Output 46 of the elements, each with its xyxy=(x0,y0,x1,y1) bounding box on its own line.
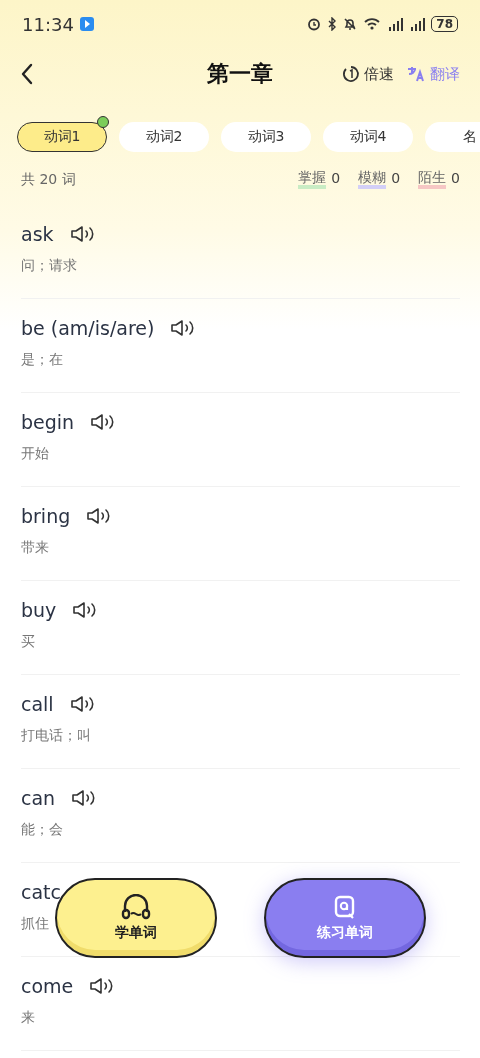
word-meaning: 问；请求 xyxy=(21,257,77,276)
signal-icon xyxy=(387,17,404,31)
wifi-icon xyxy=(363,17,382,31)
speed-button[interactable]: 倍速 xyxy=(342,64,394,84)
word-meaning: 买 xyxy=(21,633,35,652)
signal-icon xyxy=(409,17,426,31)
word-total: 共 20 词 xyxy=(21,170,76,189)
category-tab[interactable]: 动词1 xyxy=(17,122,107,152)
word-meaning: 来 xyxy=(21,1009,35,1028)
category-tab[interactable]: 动词4 xyxy=(323,122,413,152)
category-tab[interactable]: 名 xyxy=(425,122,480,152)
stat-count: 0 xyxy=(391,170,401,188)
word-meaning: 打电话；叫 xyxy=(21,727,91,746)
status-time: 11:34 xyxy=(22,13,74,35)
word-text: come xyxy=(21,975,74,998)
word-text: bring xyxy=(21,505,71,528)
word-meaning: 开始 xyxy=(21,445,49,464)
word-text: call xyxy=(21,693,54,716)
stat-label: 模糊 xyxy=(358,170,387,190)
category-tab[interactable]: 动词2 xyxy=(119,122,209,152)
speaker-icon[interactable] xyxy=(69,695,96,714)
chapter-title: 第一章 xyxy=(207,60,273,88)
back-icon[interactable] xyxy=(20,63,34,85)
category-tab[interactable]: 动词3 xyxy=(221,122,311,152)
word-meaning: 能；会 xyxy=(21,821,63,840)
stat-count: 0 xyxy=(331,170,341,188)
translate-icon xyxy=(406,65,426,83)
bluetooth-icon xyxy=(327,17,338,31)
stat-label: 掌握 xyxy=(298,170,327,190)
speed-icon xyxy=(342,65,360,83)
app-notification-icon xyxy=(79,17,94,31)
word-meaning: 是；在 xyxy=(21,351,63,370)
word-meaning: 抓住 xyxy=(21,915,49,934)
battery-indicator: 78 xyxy=(431,16,458,32)
stat-count: 0 xyxy=(451,170,460,188)
word-text: ask xyxy=(21,223,54,246)
speaker-icon[interactable] xyxy=(69,225,96,244)
mute-bell-icon xyxy=(343,17,358,31)
headphones-icon xyxy=(120,894,152,920)
word-text: buy xyxy=(21,599,57,622)
word-text: begin xyxy=(21,411,75,434)
word-text: can xyxy=(21,787,56,810)
word-meaning: 带来 xyxy=(21,539,49,558)
alarm-icon xyxy=(307,17,322,31)
word-text: be (am/is/are) xyxy=(21,317,155,340)
stat-label: 陌生 xyxy=(418,170,447,190)
